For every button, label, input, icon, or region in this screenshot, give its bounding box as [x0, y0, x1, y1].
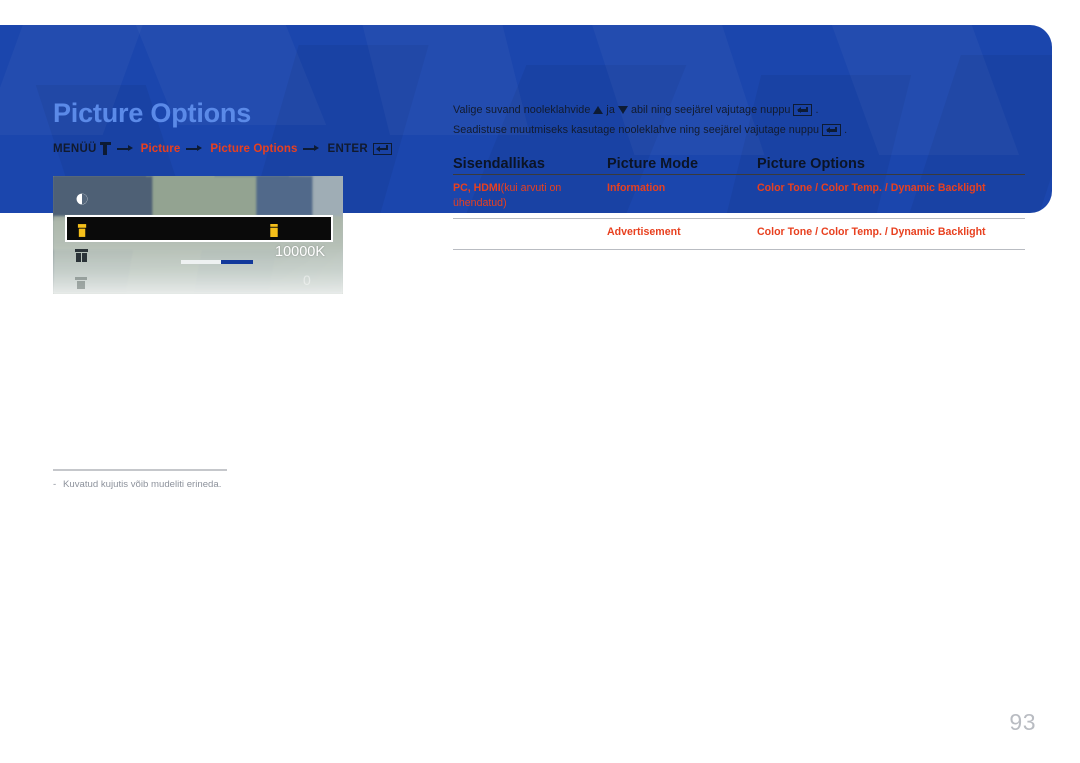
cell-picture-mode: Information — [607, 182, 666, 195]
instruction-line-2: Seadistuse muutmiseks kasutage nooleklah… — [453, 120, 1033, 140]
table-header-row: Sisendallikas Picture Mode Picture Optio… — [453, 148, 1025, 174]
breadcrumb-menu-label: MENÜÜ — [53, 142, 97, 155]
cell-picture-mode: Advertisement — [607, 226, 681, 239]
column-header-source: Sisendallikas — [453, 156, 545, 172]
column-header-picture-mode: Picture Mode — [607, 156, 699, 172]
color-temperature-value: 10000K — [275, 244, 325, 260]
page-title: Picture Options — [53, 98, 252, 128]
arrow-right-icon — [186, 144, 204, 153]
instruction-line-2-end: . — [844, 124, 848, 136]
cell-picture-options: Color Tone / Color Temp. / Dynamic Backl… — [757, 182, 986, 195]
table-row: Advertisement Color Tone / Color Temp. /… — [453, 219, 1025, 249]
osd-screenshot: 10000K 0 — [53, 176, 343, 294]
color-temperature-slider[interactable] — [181, 260, 253, 264]
instruction-line-1: Valige suvand nooleklahvide ja abil ning… — [453, 100, 1033, 120]
up-arrow-icon — [593, 106, 604, 114]
footnote-dash: - — [53, 479, 57, 490]
osd-dynamic-backlight-row[interactable]: 0 — [53, 272, 343, 294]
footnote: - Kuvatud kujutis võib mudeliti erineda. — [53, 478, 221, 492]
instructions-block: Valige suvand nooleklahvide ja abil ning… — [453, 100, 1033, 140]
page-root: Picture Options MENÜÜ Picture Picture Op… — [0, 0, 1080, 763]
osd-color-temperature-row[interactable]: 10000K — [53, 244, 343, 268]
instruction-line-1-part-1: Valige suvand nooleklahvide — [453, 104, 591, 116]
cell-source-bold: PC, HDMI — [453, 182, 501, 195]
breadcrumb-step-picture: Picture — [140, 142, 181, 155]
adjust-icon — [269, 224, 279, 237]
instruction-line-1-end: . — [815, 104, 819, 116]
color-tone-icon — [77, 224, 88, 237]
cell-picture-options: Color Tone / Color Temp. / Dynamic Backl… — [757, 226, 986, 239]
menu-key-icon — [99, 142, 111, 155]
dynamic-backlight-value: 0 — [303, 272, 311, 288]
cell-source: PC, HDMI(kui arvuti on ühendatud) — [453, 181, 607, 211]
enter-key-icon — [822, 124, 842, 136]
breadcrumb: MENÜÜ Picture Picture Options ENTER — [53, 142, 392, 155]
instruction-line-1-part-2: abil ning seejärel vajutage nuppu — [630, 104, 791, 116]
options-table: Sisendallikas Picture Mode Picture Optio… — [453, 148, 1025, 251]
color-temperature-icon — [75, 249, 88, 262]
arrow-right-icon — [116, 144, 135, 153]
footnote-text: Kuvatud kujutis võib mudeliti erineda. — [63, 479, 222, 490]
arrow-right-icon — [303, 144, 321, 153]
page-number: 93 — [1009, 709, 1036, 735]
table-row: PC, HDMI(kui arvuti on ühendatud) Inform… — [453, 175, 1025, 218]
osd-selected-row[interactable] — [65, 215, 333, 242]
enter-key-icon — [372, 142, 392, 155]
dynamic-backlight-icon — [75, 276, 87, 289]
instruction-line-1-conjunction: ja — [606, 104, 615, 116]
enter-key-icon — [793, 104, 813, 116]
picture-mode-icon — [75, 192, 89, 206]
down-arrow-icon — [617, 106, 628, 114]
footnote-divider — [53, 469, 227, 471]
breadcrumb-enter-label: ENTER — [327, 142, 368, 155]
slider-fill — [221, 260, 253, 264]
breadcrumb-step-picture-options: Picture Options — [210, 142, 298, 155]
instruction-line-2-part-1: Seadistuse muutmiseks kasutage nooleklah… — [453, 124, 820, 136]
table-bottom-rule — [453, 249, 1025, 251]
column-header-picture-options: Picture Options — [757, 156, 865, 172]
